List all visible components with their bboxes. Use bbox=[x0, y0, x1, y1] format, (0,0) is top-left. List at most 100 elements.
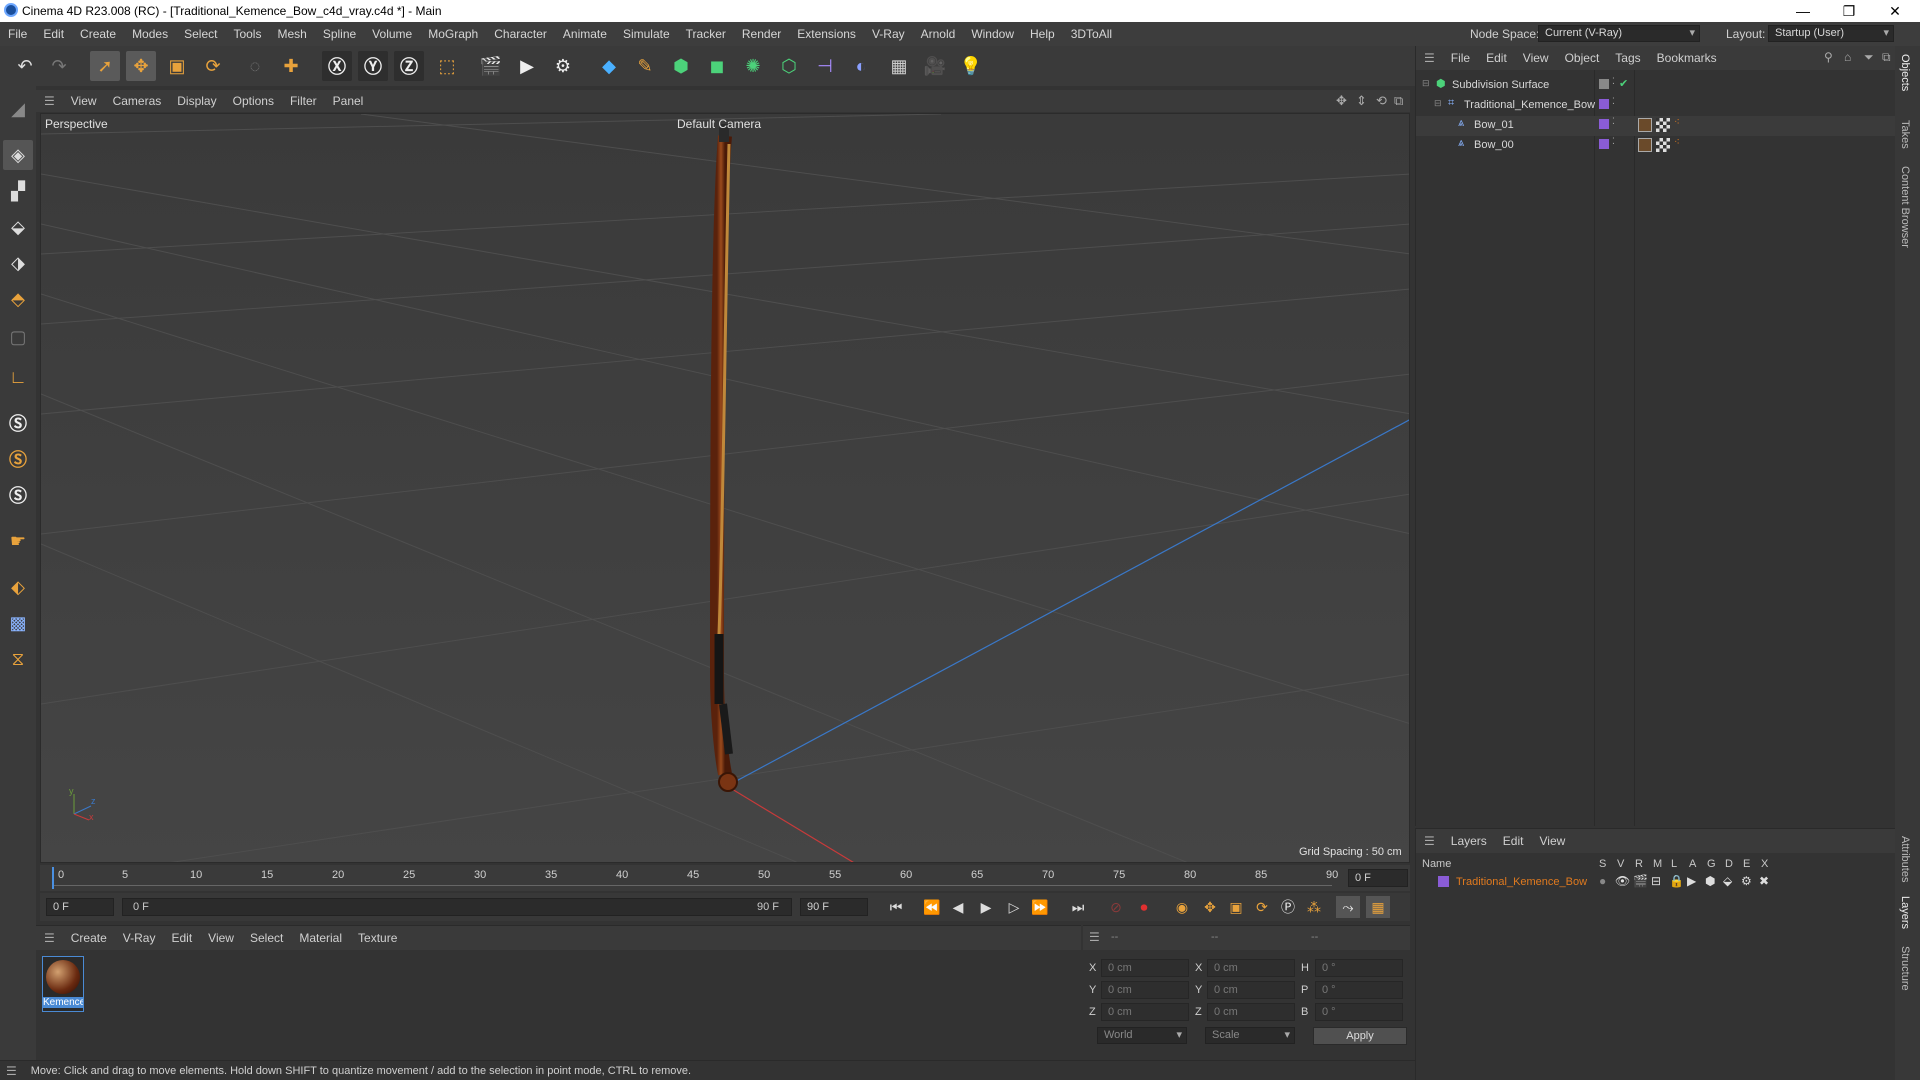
deformer-icon[interactable]: ⊣ bbox=[810, 51, 840, 81]
menu-create[interactable]: Create bbox=[72, 27, 124, 41]
menu-animate[interactable]: Animate bbox=[555, 27, 615, 41]
layer-generators-icon[interactable]: ⬢ bbox=[1705, 874, 1715, 888]
model-mode-icon[interactable]: ◈ bbox=[3, 140, 33, 170]
minimize-button[interactable]: — bbox=[1780, 0, 1826, 22]
visibility-dots[interactable]: ⁚ bbox=[1612, 96, 1615, 107]
viewport-menu-options[interactable]: Options bbox=[225, 94, 282, 108]
live-selection-icon[interactable]: ◌ bbox=[240, 51, 270, 81]
menu-help[interactable]: Help bbox=[1022, 27, 1063, 41]
active-camera-label[interactable]: Default Camera bbox=[677, 117, 761, 131]
menu-3dtoall[interactable]: 3DToAll bbox=[1063, 27, 1120, 41]
visibility-dots[interactable]: ⁚ bbox=[1612, 116, 1615, 127]
node-space-dropdown[interactable]: Current (V-Ray) bbox=[1538, 25, 1700, 42]
maximize-button[interactable]: ❐ bbox=[1826, 0, 1872, 22]
object-row-bow-01[interactable]: ⩓ Bow_01 ⁚ ⁖ bbox=[1416, 116, 1895, 136]
render-region-icon[interactable]: 🎬 bbox=[476, 51, 506, 81]
workplane-grid-icon[interactable]: ⬖ bbox=[3, 572, 33, 602]
object-menu-view[interactable]: View bbox=[1515, 51, 1557, 65]
viewport-pan-icon[interactable]: ✥ bbox=[1336, 93, 1347, 109]
size-y-field[interactable]: 0 cm bbox=[1207, 981, 1295, 999]
x-axis-lock-icon[interactable]: Ⓧ bbox=[322, 51, 352, 81]
menu-file[interactable]: File bbox=[0, 27, 35, 41]
object-menu-bookmarks[interactable]: Bookmarks bbox=[1649, 51, 1725, 65]
object-row-traditional-kemence-bow[interactable]: ⊟ ⌗ Traditional_Kemence_Bow ⁚ bbox=[1416, 96, 1895, 116]
frame-range-slider[interactable]: 0 F 90 F bbox=[122, 898, 792, 916]
z-axis-lock-icon[interactable]: Ⓩ bbox=[394, 51, 424, 81]
enabled-checkmark-icon[interactable]: ✔ bbox=[1619, 77, 1628, 90]
points-mode-icon[interactable]: ⬙ bbox=[3, 212, 33, 242]
object-menu-edit[interactable]: Edit bbox=[1478, 51, 1515, 65]
previous-frame-icon[interactable]: ◀ bbox=[946, 896, 970, 918]
position-x-field[interactable]: 0 cm bbox=[1101, 959, 1189, 977]
subdivision-generator-icon[interactable]: ⬢ bbox=[666, 51, 696, 81]
layer-menu-view[interactable]: View bbox=[1531, 834, 1573, 848]
tweak-mode-icon[interactable]: ☛ bbox=[3, 526, 33, 556]
menu-tools[interactable]: Tools bbox=[225, 27, 269, 41]
status-hamburger-icon[interactable]: ☰ bbox=[6, 1064, 17, 1078]
side-tab-attributes[interactable]: Attributes bbox=[1899, 836, 1911, 882]
key-parameter-icon[interactable]: Ⓟ bbox=[1276, 896, 1300, 918]
render-settings-icon[interactable]: ⚙ bbox=[548, 51, 578, 81]
rotation-b-field[interactable]: 0 ° bbox=[1315, 1003, 1403, 1021]
uv-mode-icon[interactable]: ▢ bbox=[3, 322, 33, 352]
collapse-toggle-icon[interactable]: ⊟ bbox=[1422, 78, 1430, 89]
workplane-icon[interactable]: ◢ bbox=[3, 94, 33, 124]
render-view-icon[interactable]: ▶ bbox=[512, 51, 542, 81]
next-key-icon[interactable]: ⏩ bbox=[1028, 896, 1052, 918]
position-y-field[interactable]: 0 cm bbox=[1101, 981, 1189, 999]
position-z-field[interactable]: 0 cm bbox=[1101, 1003, 1189, 1021]
next-frame-icon[interactable]: ▷ bbox=[1002, 896, 1026, 918]
visibility-dots[interactable]: ⁚ bbox=[1612, 76, 1615, 87]
layer-xref-icon[interactable]: ✖ bbox=[1759, 874, 1769, 888]
side-tab-objects[interactable]: Objects bbox=[1899, 54, 1911, 91]
snap-settings-icon[interactable]: Ⓢ bbox=[3, 444, 33, 474]
rotate-tool-icon[interactable]: ⟳ bbox=[198, 51, 228, 81]
menu-character[interactable]: Character bbox=[486, 27, 555, 41]
object-new-window-icon[interactable]: ⧉ bbox=[1882, 50, 1891, 65]
coordinate-system-icon[interactable]: ⬚ bbox=[432, 51, 462, 81]
camera-icon[interactable]: 🎥 bbox=[920, 51, 950, 81]
material-menu-create[interactable]: Create bbox=[63, 931, 115, 945]
material-menu-view[interactable]: View bbox=[200, 931, 242, 945]
size-mode-dropdown[interactable]: Scale bbox=[1205, 1027, 1295, 1044]
go-to-start-icon[interactable]: ⏮ bbox=[884, 896, 908, 918]
layer-color-chip[interactable] bbox=[1599, 119, 1609, 129]
viewport-menu-display[interactable]: Display bbox=[169, 94, 224, 108]
floor-environment-icon[interactable]: ▦ bbox=[884, 51, 914, 81]
key-pla-icon[interactable]: ⁂ bbox=[1302, 896, 1326, 918]
menu-render[interactable]: Render bbox=[734, 27, 789, 41]
object-menu-tags[interactable]: Tags bbox=[1607, 51, 1648, 65]
viewport-zoom-icon[interactable]: ⇕ bbox=[1356, 93, 1367, 109]
side-tab-layers[interactable]: Layers bbox=[1899, 896, 1911, 929]
layer-color-chip[interactable] bbox=[1599, 139, 1609, 149]
layout-dropdown[interactable]: Startup (User) bbox=[1768, 25, 1894, 42]
snap-enable-icon[interactable]: Ⓢ bbox=[3, 408, 33, 438]
menu-edit[interactable]: Edit bbox=[35, 27, 72, 41]
layer-deformers-icon[interactable]: ⬙ bbox=[1723, 874, 1732, 888]
coordinates-hamburger-icon[interactable]: ☰ bbox=[1089, 930, 1100, 944]
object-search-icon[interactable]: ⚲ bbox=[1824, 50, 1833, 64]
size-z-field[interactable]: 0 cm bbox=[1207, 1003, 1295, 1021]
object-row-subdivision-surface[interactable]: ⊟ ⬢ Subdivision Surface ⁚ ✔ bbox=[1416, 76, 1895, 96]
object-menu-file[interactable]: File bbox=[1443, 51, 1478, 65]
viewport-maximize-icon[interactable]: ⧉ bbox=[1394, 93, 1403, 109]
menu-spline[interactable]: Spline bbox=[315, 27, 364, 41]
layer-view-eye-icon[interactable]: 👁 bbox=[1615, 874, 1630, 888]
menu-window[interactable]: Window bbox=[963, 27, 1022, 41]
layer-animation-icon[interactable]: ▶ bbox=[1687, 874, 1696, 888]
collapse-toggle-icon[interactable]: ⊟ bbox=[1434, 98, 1442, 109]
key-position-icon[interactable]: ✥ bbox=[1198, 896, 1222, 918]
material-swatch[interactable]: Kemence bbox=[42, 956, 84, 1012]
side-tab-content-browser[interactable]: Content Browser bbox=[1899, 166, 1911, 248]
select-cursor-icon[interactable]: ➚ bbox=[90, 51, 120, 81]
layer-menu-edit[interactable]: Edit bbox=[1495, 834, 1532, 848]
coordinate-space-dropdown[interactable]: World bbox=[1097, 1027, 1187, 1044]
material-menu-material[interactable]: Material bbox=[291, 931, 350, 945]
close-button[interactable]: ✕ bbox=[1872, 0, 1918, 22]
3d-viewport[interactable]: Perspective Default Camera Grid Spacing … bbox=[40, 113, 1410, 863]
play-icon[interactable]: ▶ bbox=[974, 896, 998, 918]
spline-pen-icon[interactable]: ✎ bbox=[630, 51, 660, 81]
key-scale-icon[interactable]: ▣ bbox=[1224, 896, 1248, 918]
move-tool-icon[interactable]: ✥ bbox=[126, 51, 156, 81]
cube-primitive-icon[interactable]: ◆ bbox=[594, 51, 624, 81]
